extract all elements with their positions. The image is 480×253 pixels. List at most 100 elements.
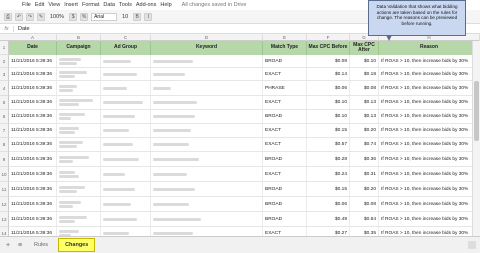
percent-icon[interactable]: %	[80, 12, 89, 21]
header-cell[interactable]: Max CPC After	[350, 41, 379, 55]
header-cell[interactable]: Ad Group	[101, 41, 151, 55]
match-type-cell[interactable]: EXACT	[263, 96, 307, 109]
max-cpc-after-cell[interactable]: $0.20	[350, 182, 379, 196]
add-sheet-icon[interactable]: +	[4, 242, 12, 249]
date-cell[interactable]: 11/21/2016 5:39:36	[9, 138, 57, 151]
match-type-cell[interactable]: BROAD	[263, 197, 307, 211]
campaign-cell-redacted[interactable]	[57, 167, 101, 181]
keyword-cell-redacted[interactable]	[151, 110, 263, 123]
campaign-cell-redacted[interactable]	[57, 124, 101, 137]
menu-item-help[interactable]: Help	[160, 2, 175, 8]
font-size-select[interactable]: 10	[120, 14, 130, 20]
date-cell[interactable]: 11/21/2016 5:39:36	[9, 55, 57, 67]
ad-group-cell-redacted[interactable]	[101, 124, 151, 137]
reason-cell[interactable]: If ROAS > 10, then increase bids by 30%	[379, 182, 480, 196]
ad-group-cell-redacted[interactable]	[101, 152, 151, 166]
max-cpc-before-cell[interactable]: $0.10	[307, 110, 350, 123]
column-letter[interactable]: B	[57, 34, 101, 41]
date-cell[interactable]: 11/21/2016 5:39:36	[9, 96, 57, 109]
max-cpc-after-cell[interactable]: $0.36	[350, 152, 379, 166]
keyword-cell-redacted[interactable]	[151, 212, 263, 226]
row-number[interactable]: 11	[0, 182, 9, 197]
date-cell[interactable]: 11/21/2016 5:39:36	[9, 152, 57, 166]
campaign-cell-redacted[interactable]	[57, 212, 101, 226]
match-type-cell[interactable]: BROAD	[263, 110, 307, 123]
max-cpc-after-cell[interactable]: $0.18	[350, 68, 379, 80]
reason-cell[interactable]: If ROAS > 10, then increase bids by 30%	[379, 124, 480, 137]
ad-group-cell-redacted[interactable]	[101, 81, 151, 95]
tab-changes[interactable]: Changes	[58, 238, 96, 252]
ad-group-cell-redacted[interactable]	[101, 212, 151, 226]
reason-cell[interactable]: If ROAS > 10, then increase bids by 30%	[379, 212, 480, 226]
max-cpc-before-cell[interactable]: $0.49	[307, 212, 350, 226]
keyword-cell-redacted[interactable]	[151, 124, 263, 137]
scroll-thumb[interactable]	[474, 81, 479, 141]
keyword-cell-redacted[interactable]	[151, 68, 263, 80]
ad-group-cell-redacted[interactable]	[101, 167, 151, 181]
undo-icon[interactable]: ↶	[15, 12, 23, 21]
font-select[interactable]: Arial	[91, 12, 118, 21]
row-number[interactable]: 10	[0, 167, 9, 182]
max-cpc-after-cell[interactable]: $0.08	[350, 197, 379, 211]
max-cpc-after-cell[interactable]: $0.31	[350, 167, 379, 181]
column-letter[interactable]: E	[263, 34, 307, 41]
match-type-cell[interactable]: BROAD	[263, 182, 307, 196]
reason-cell[interactable]: If ROAS > 10, then increase bids by 30%	[379, 81, 480, 95]
date-cell[interactable]: 11/21/2016 5:39:36	[9, 124, 57, 137]
campaign-cell-redacted[interactable]	[57, 138, 101, 151]
campaign-cell-redacted[interactable]	[57, 182, 101, 196]
campaign-cell-redacted[interactable]	[57, 55, 101, 67]
date-cell[interactable]: 11/21/2016 5:39:36	[9, 197, 57, 211]
italic-icon[interactable]: I	[144, 12, 153, 21]
max-cpc-before-cell[interactable]: $0.24	[307, 167, 350, 181]
zoom-select[interactable]: 100%	[48, 14, 66, 20]
reason-cell[interactable]: If ROAS > 10, then increase bids by 30%	[379, 152, 480, 166]
max-cpc-after-cell[interactable]: $0.13	[350, 96, 379, 109]
keyword-cell-redacted[interactable]	[151, 167, 263, 181]
row-number[interactable]: 4	[0, 81, 9, 96]
explore-icon[interactable]	[468, 241, 476, 249]
date-cell[interactable]: 11/21/2016 5:39:36	[9, 68, 57, 80]
redo-icon[interactable]: ↷	[26, 12, 34, 21]
keyword-cell-redacted[interactable]	[151, 55, 263, 67]
header-cell[interactable]: Date	[9, 41, 57, 55]
menu-item-edit[interactable]: Edit	[35, 2, 48, 8]
match-type-cell[interactable]: BROAD	[263, 212, 307, 226]
header-cell[interactable]: Max CPC Before	[307, 41, 350, 55]
bold-icon[interactable]: B	[133, 12, 142, 21]
keyword-cell-redacted[interactable]	[151, 96, 263, 109]
currency-icon[interactable]: $	[69, 12, 78, 21]
print-icon[interactable]: ⎙	[4, 12, 12, 21]
ad-group-cell-redacted[interactable]	[101, 182, 151, 196]
ad-group-cell-redacted[interactable]	[101, 68, 151, 80]
date-cell[interactable]: 11/21/2016 5:39:36	[9, 167, 57, 181]
row-number[interactable]: 8	[0, 138, 9, 152]
match-type-cell[interactable]: EXACT	[263, 167, 307, 181]
keyword-cell-redacted[interactable]	[151, 81, 263, 95]
date-cell[interactable]: 11/21/2016 5:39:36	[9, 81, 57, 95]
header-cell[interactable]: Match Type	[263, 41, 307, 55]
header-cell[interactable]: Campaign	[57, 41, 101, 55]
ad-group-cell-redacted[interactable]	[101, 55, 151, 67]
max-cpc-after-cell[interactable]: $0.10	[350, 55, 379, 67]
row-number[interactable]: 12	[0, 197, 9, 212]
campaign-cell-redacted[interactable]	[57, 110, 101, 123]
reason-cell[interactable]: If ROAS > 10, then increase bids by 30%	[379, 110, 480, 123]
menu-item-tools[interactable]: Tools	[119, 2, 136, 8]
max-cpc-before-cell[interactable]: $0.57	[307, 138, 350, 151]
column-letter[interactable]: C	[101, 34, 151, 41]
column-letter[interactable]: F	[307, 34, 350, 41]
max-cpc-after-cell[interactable]: $0.74	[350, 138, 379, 151]
max-cpc-after-cell[interactable]: $0.20	[350, 124, 379, 137]
max-cpc-before-cell[interactable]: $0.28	[307, 152, 350, 166]
menu-item-addons[interactable]: Add-ons	[136, 2, 161, 8]
max-cpc-after-cell[interactable]: $0.13	[350, 110, 379, 123]
row-number[interactable]: 3	[0, 68, 9, 81]
menu-item-format[interactable]: Format	[82, 2, 103, 8]
tab-rules[interactable]: Rules	[28, 240, 54, 250]
keyword-cell-redacted[interactable]	[151, 152, 263, 166]
max-cpc-before-cell[interactable]: $0.15	[307, 182, 350, 196]
row-number[interactable]: 9	[0, 152, 9, 167]
vertical-scrollbar[interactable]	[472, 41, 480, 236]
campaign-cell-redacted[interactable]	[57, 81, 101, 95]
